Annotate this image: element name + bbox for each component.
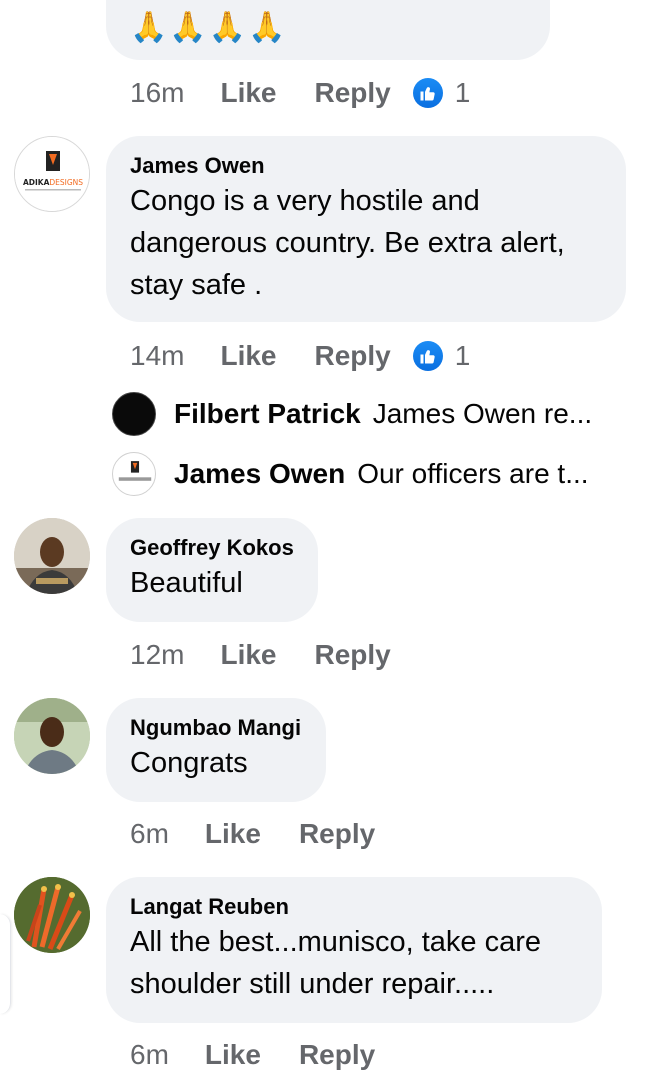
reply-button[interactable]: Reply (299, 818, 375, 850)
reaction-summary[interactable]: 1 (412, 340, 471, 372)
like-button[interactable]: Like (205, 1039, 261, 1071)
comment-author[interactable]: Geoffrey Kokos (130, 534, 294, 562)
comment-bubble: James Owen Congo is a very hostile and d… (106, 136, 626, 322)
emoji-text: 🙏🙏🙏🙏 (130, 11, 288, 44)
comment-text-line: stay safe . (130, 269, 263, 301)
comment-actions: 6m Like Reply (130, 1035, 413, 1075)
reply-button[interactable]: Reply (315, 639, 391, 671)
comment-text-line: Congo is a very hostile and (130, 185, 480, 217)
comment-author[interactable]: James Owen (130, 152, 602, 180)
flower-photo-icon (14, 877, 90, 953)
like-button[interactable]: Like (220, 340, 276, 372)
avatar (112, 392, 156, 436)
like-button[interactable]: Like (220, 77, 276, 109)
profile-photo-icon (14, 518, 90, 594)
profile-photo-icon (14, 698, 90, 774)
comment-text-line: dangerous country. Be extra alert, (130, 227, 565, 259)
comment-bubble: Geoffrey Kokos Beautiful (106, 518, 318, 622)
comments-page: 🙏🙏🙏🙏 16m Like Reply 1 ADIKADESIGNS James… (0, 0, 672, 1075)
comment-time: 6m (130, 1039, 169, 1070)
reply-button[interactable]: Reply (315, 77, 391, 109)
comment-actions-top: 16m Like Reply 1 (130, 73, 470, 113)
comment-text-line: Beautiful (130, 567, 243, 599)
comment-text-line: Congrats (130, 747, 248, 779)
comment-bubble-top: 🙏🙏🙏🙏 (106, 0, 550, 60)
thumbs-up-icon (412, 341, 443, 371)
reaction-count: 1 (454, 77, 471, 108)
avatar[interactable]: ADIKADESIGNS (14, 136, 90, 212)
comment-author[interactable]: Langat Reuben (130, 893, 578, 921)
avatar[interactable] (14, 877, 90, 953)
comment-bubble: Langat Reuben All the best...munisco, ta… (106, 877, 602, 1023)
reply-author: James Owen (174, 458, 346, 489)
comment-author[interactable]: Ngumbao Mangi (130, 714, 302, 742)
like-button[interactable]: Like (220, 639, 276, 671)
reaction-summary[interactable]: 1 (412, 77, 471, 109)
reaction-count: 1 (454, 340, 471, 371)
comment-actions: 12m Like Reply (130, 635, 429, 675)
reply-text: Our officers are t... (357, 458, 589, 489)
comment-text-line: shoulder still under repair..... (130, 968, 495, 1000)
avatar[interactable] (14, 698, 90, 774)
comment-actions: 6m Like Reply (130, 814, 413, 854)
comment-time: 6m (130, 818, 169, 849)
reply-text: James Owen re... (372, 398, 593, 429)
comment-time: 16m (130, 77, 185, 108)
reply-button[interactable]: Reply (299, 1039, 375, 1071)
adika-designs-logo-icon: ADIKADESIGNS (15, 137, 89, 211)
comment-actions: 14m Like Reply 1 (130, 336, 470, 376)
avatar (112, 452, 156, 496)
reply-author: Filbert Patrick (174, 398, 361, 429)
thumbs-up-icon (412, 78, 443, 108)
reply-button[interactable]: Reply (315, 340, 391, 372)
panel-edge (0, 914, 11, 1014)
comment-time: 14m (130, 340, 185, 371)
comment-text-line: All the best...munisco, take care (130, 926, 542, 958)
like-button[interactable]: Like (205, 818, 261, 850)
comment-time: 12m (130, 639, 185, 670)
svg-text:ADIKADESIGNS: ADIKADESIGNS (23, 178, 83, 187)
adika-designs-logo-icon (118, 461, 152, 481)
reply-preview-row[interactable]: Filbert Patrick James Owen re... (112, 390, 592, 438)
avatar[interactable] (14, 518, 90, 594)
reply-preview-row[interactable]: James Owen Our officers are t... (112, 450, 589, 498)
comment-bubble: Ngumbao Mangi Congrats (106, 698, 326, 802)
